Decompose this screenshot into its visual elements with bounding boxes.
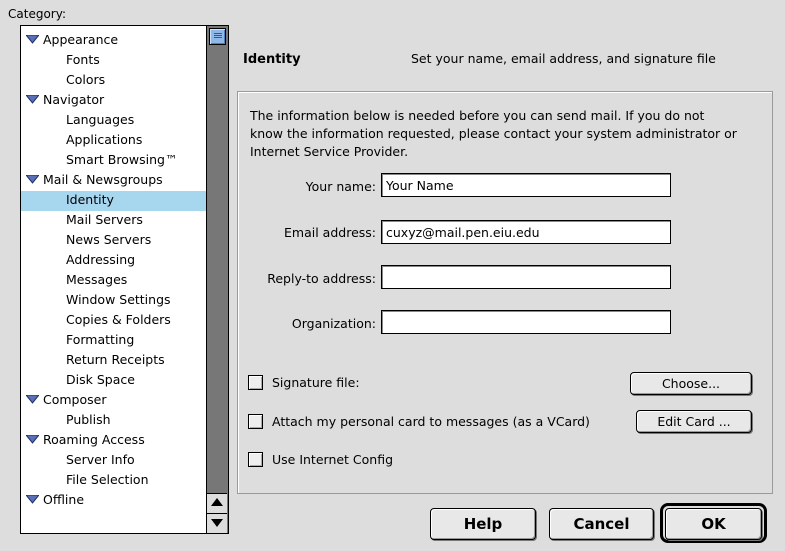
category-item-label: Appearance [43, 32, 119, 47]
category-scrollbar[interactable] [206, 26, 228, 533]
internet-config-row[interactable]: Use Internet Config [248, 452, 393, 467]
internet-config-label: Use Internet Config [272, 452, 394, 467]
category-item[interactable]: Composer [21, 391, 206, 411]
category-item[interactable]: Roaming Access [21, 431, 206, 451]
vcard-checkbox[interactable] [248, 414, 263, 429]
category-item-label: Languages [66, 112, 135, 127]
help-button[interactable]: Help [430, 508, 536, 540]
email-address-input[interactable] [381, 220, 671, 244]
category-item[interactable]: Formatting [21, 331, 206, 351]
category-item[interactable]: Messages [21, 271, 206, 291]
category-item-label: Formatting [66, 332, 135, 347]
category-item-label: Window Settings [66, 292, 171, 307]
disclosure-triangle-down-icon[interactable] [26, 395, 39, 404]
category-item[interactable]: Offline [21, 491, 206, 511]
internet-config-checkbox[interactable] [248, 452, 263, 467]
category-item[interactable]: Appearance [21, 31, 206, 51]
category-list-rows: Appearance Fonts Colors Navigator Languages A… [21, 31, 206, 511]
panel-description: Set your name, email address, and signat… [411, 51, 716, 66]
signature-file-row[interactable]: Signature file: [248, 375, 360, 390]
cancel-button[interactable]: Cancel [549, 508, 654, 540]
scroll-down-button[interactable] [207, 513, 227, 533]
organization-input[interactable] [381, 310, 671, 334]
signature-file-checkbox[interactable] [248, 375, 263, 390]
category-item-label: Applications [66, 132, 143, 147]
category-item-label: Publish [66, 412, 111, 427]
category-item[interactable]: Mail Servers [21, 211, 206, 231]
email-address-label: Email address: [284, 225, 376, 240]
category-item-label: Composer [43, 392, 107, 407]
category-item[interactable]: Disk Space [21, 371, 206, 391]
category-list[interactable]: Appearance Fonts Colors Navigator Languages A… [20, 25, 229, 534]
reply-to-input[interactable] [381, 265, 671, 289]
info-text: The information below is needed before y… [250, 108, 737, 159]
category-item-label: Roaming Access [43, 432, 145, 447]
category-item-label: Navigator [43, 92, 105, 107]
disclosure-triangle-down-icon[interactable] [26, 35, 39, 44]
category-item[interactable]: Copies & Folders [21, 311, 206, 331]
category-item[interactable]: Languages [21, 111, 206, 131]
your-name-input[interactable] [381, 173, 671, 197]
category-item[interactable]: Smart Browsing™ [21, 151, 206, 171]
ok-button[interactable]: OK [665, 508, 762, 540]
category-item[interactable]: Server Info [21, 451, 206, 471]
disclosure-triangle-down-icon[interactable] [26, 95, 39, 104]
category-item-label: Server Info [66, 452, 135, 467]
category-item[interactable]: Identity [21, 191, 206, 211]
category-item-label: Colors [66, 72, 106, 87]
panel-title: Identity [243, 52, 301, 67]
category-item-label: Identity [66, 192, 114, 207]
category-item-label: Smart Browsing™ [66, 152, 178, 167]
category-item-label: Mail Servers [66, 212, 143, 227]
category-item-label: Mail & Newsgroups [43, 172, 163, 187]
category-item-label: Offline [43, 492, 85, 507]
category-item-label: Addressing [66, 252, 136, 267]
disclosure-triangle-down-icon[interactable] [26, 495, 39, 504]
category-item[interactable]: Window Settings [21, 291, 206, 311]
choose-button[interactable]: Choose... [630, 372, 752, 395]
vcard-label: Attach my personal card to messages (as … [272, 414, 590, 429]
disclosure-triangle-down-icon[interactable] [26, 435, 39, 444]
category-item-label: Disk Space [66, 372, 135, 387]
category-item[interactable]: News Servers [21, 231, 206, 251]
category-item-label: Return Receipts [66, 352, 165, 367]
your-name-label: Your name: [305, 179, 376, 194]
category-item[interactable]: Fonts [21, 51, 206, 71]
category-item-label: Fonts [66, 52, 100, 67]
category-item-label: Messages [66, 272, 128, 287]
vcard-row[interactable]: Attach my personal card to messages (as … [248, 414, 590, 429]
scroll-thumb[interactable] [209, 28, 226, 45]
category-item-label: News Servers [66, 232, 152, 247]
organization-label: Organization: [291, 316, 376, 331]
category-item[interactable]: Navigator [21, 91, 206, 111]
category-item[interactable]: Return Receipts [21, 351, 206, 371]
signature-file-label: Signature file: [272, 375, 360, 390]
category-item[interactable]: Addressing [21, 251, 206, 271]
category-item[interactable]: Applications [21, 131, 206, 151]
category-item[interactable]: File Selection [21, 471, 206, 491]
scroll-up-button[interactable] [207, 493, 227, 513]
category-item-label: Copies & Folders [66, 312, 171, 327]
category-label: Category: [8, 7, 66, 21]
reply-to-label: Reply-to address: [267, 271, 376, 286]
category-item[interactable]: Colors [21, 71, 206, 91]
category-item-label: File Selection [66, 472, 149, 487]
category-item[interactable]: Mail & Newsgroups [21, 171, 206, 191]
disclosure-triangle-down-icon[interactable] [26, 175, 39, 184]
edit-card-button[interactable]: Edit Card ... [636, 410, 752, 433]
category-item[interactable]: Publish [21, 411, 206, 431]
